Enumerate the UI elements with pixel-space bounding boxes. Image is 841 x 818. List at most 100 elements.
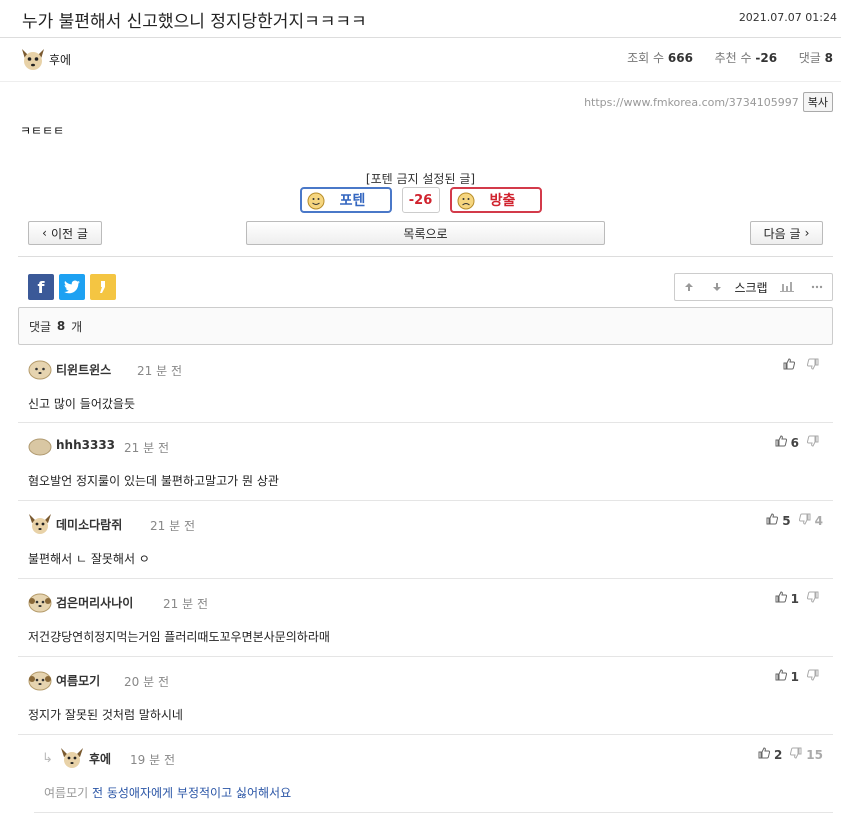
- twitter-share-icon[interactable]: [59, 274, 85, 300]
- comment-votes: 1: [775, 591, 823, 606]
- thumbs-down-icon[interactable]: [806, 435, 819, 450]
- post-stats: 조회 수 666 추천 수 -26 댓글 8: [627, 49, 833, 66]
- potent-banned-label: [포텐 금지 설정된 글]: [365, 172, 476, 186]
- comment-upvote-count: 6: [790, 435, 799, 450]
- comment-downvote-count: 15: [806, 747, 823, 762]
- vote-row: 포텐 -26 방출: [0, 187, 841, 213]
- views-label: 조회 수: [627, 51, 665, 65]
- comment-author[interactable]: 티윈트윈스: [56, 361, 111, 378]
- comment-upvote-count: 2: [773, 747, 783, 762]
- arrow-down-icon: [713, 283, 721, 291]
- reply-arrow-icon: ↳: [42, 751, 53, 766]
- comment-item: 티윈트윈스 21 분 전 신고 많이 들어갔을듯: [18, 348, 833, 423]
- thumbs-up-icon[interactable]: [766, 513, 779, 528]
- list-button[interactable]: 목록으로: [246, 221, 605, 245]
- post-navigation: ‹ 이전 글 목록으로 다음 글 ›: [0, 221, 841, 247]
- thumbs-up-icon[interactable]: [775, 669, 787, 684]
- thumbs-up-icon[interactable]: [775, 435, 787, 450]
- post-url[interactable]: https://www.fmkorea.com/3734105997: [584, 96, 799, 109]
- post-url-row: https://www.fmkorea.com/3734105997 복사: [584, 92, 833, 112]
- comment-votes: 6: [775, 435, 823, 450]
- comment-votes: 2 15: [758, 747, 823, 762]
- comment-reply-item: ↳ 후에 19 분 전 2 15 여름모기 전 동성애자에게 부정적이고 싫어해…: [34, 737, 833, 813]
- comment-votes: [783, 358, 823, 373]
- level-avatar-icon: [28, 671, 52, 691]
- comment-item: 검은머리사나이 21 분 전 1 저건걍당연히정지먹는거임 플러리때도꼬우면본사…: [18, 581, 833, 657]
- thumbs-down-icon[interactable]: [798, 513, 811, 528]
- comment-upvote-count: 1: [790, 591, 799, 606]
- thumbs-down-face-icon: [457, 192, 474, 210]
- level-avatar-icon: [61, 748, 83, 768]
- thumbs-up-icon[interactable]: [775, 591, 787, 606]
- reply-to-author[interactable]: 여름모기: [44, 786, 88, 800]
- comment-time: 21 분 전: [150, 519, 195, 533]
- next-post-label: 다음 글: [763, 226, 801, 241]
- comment-text: 여름모기 전 동성애자에게 부정적이고 싫어해서요: [44, 784, 291, 801]
- scroll-up-button[interactable]: [675, 274, 703, 300]
- comment-downvote-count: 4: [814, 513, 823, 528]
- comment-author[interactable]: 검은머리사나이: [56, 594, 133, 611]
- arrow-up-icon: [685, 283, 693, 291]
- comment-item: 데미소다람쥐 21 분 전 5 4 불편해서 ㄴ 잘못해서 ㅇ: [18, 503, 833, 579]
- comment-time: 19 분 전: [130, 753, 175, 767]
- chevron-left-icon: ‹: [42, 226, 47, 240]
- thumbs-down-icon[interactable]: [806, 669, 819, 684]
- post-title: 누가 불편해서 신고했으니 정지당한거지ㅋㅋㅋㅋ: [22, 12, 367, 32]
- kakaostory-share-icon[interactable]: [90, 274, 116, 300]
- comment-text: 신고 많이 들어갔을듯: [28, 397, 135, 411]
- comment-time: 20 분 전: [124, 675, 169, 689]
- comment-time: 21 분 전: [163, 597, 208, 611]
- level-avatar-icon: [28, 360, 52, 380]
- author-avatar-icon[interactable]: [20, 47, 46, 73]
- level-avatar-icon: [29, 514, 51, 534]
- comment-text: 저건걍당연히정지먹는거임 플러리때도꼬우면본사문의하라매: [28, 630, 330, 644]
- thumbs-down-icon[interactable]: [806, 591, 819, 606]
- bar-chart-icon: [780, 282, 794, 292]
- release-label: 방출: [489, 193, 516, 209]
- comment-votes: 1: [775, 669, 823, 684]
- comment-author[interactable]: 여름모기: [56, 672, 100, 689]
- post-tools: 스크랩: [674, 273, 833, 301]
- thumbs-up-face-icon: [307, 192, 324, 210]
- views-count: 666: [667, 51, 693, 65]
- scrap-button[interactable]: 스크랩: [731, 274, 771, 300]
- release-button[interactable]: 방출: [449, 187, 542, 213]
- copy-url-button[interactable]: 복사: [802, 92, 833, 112]
- thumbs-up-icon[interactable]: [758, 747, 770, 762]
- prev-post-button[interactable]: ‹ 이전 글: [28, 221, 102, 245]
- comments-count: 8: [824, 51, 833, 65]
- facebook-share-icon[interactable]: f: [28, 274, 54, 300]
- comment-count-header: 댓글 8 개: [18, 307, 833, 345]
- comment-item: hhh3333 21 분 전 6 혐오발언 정지룰이 있는데 불편하고말고가 뭔…: [18, 425, 833, 501]
- comment-header-prefix: 댓글: [29, 319, 52, 334]
- comment-time: 21 분 전: [124, 441, 169, 455]
- comment-upvote-count: 1: [790, 669, 799, 684]
- comment-author[interactable]: 후에: [89, 750, 111, 767]
- stats-button[interactable]: [771, 274, 803, 300]
- post-date: 2021.07.07 01:24: [738, 11, 837, 24]
- comment-time: 21 분 전: [137, 364, 182, 378]
- thumbs-down-icon[interactable]: [790, 747, 802, 762]
- next-post-button[interactable]: 다음 글 ›: [750, 221, 823, 245]
- comment-header-count: 8: [56, 319, 66, 333]
- scroll-down-button[interactable]: [703, 274, 731, 300]
- prev-post-label: 이전 글: [50, 226, 88, 241]
- comment-upvote-count: 5: [782, 513, 791, 528]
- author-name[interactable]: 후에: [49, 51, 71, 68]
- comment-author[interactable]: hhh3333: [56, 438, 115, 452]
- potent-button[interactable]: 포텐: [299, 187, 392, 213]
- more-dots-icon: [811, 285, 823, 289]
- recommend-label: 추천 수: [714, 51, 752, 65]
- post-title-bar: 누가 불편해서 신고했으니 정지당한거지ㅋㅋㅋㅋ 2021.07.07 01:2…: [0, 0, 841, 38]
- comment-text: 혐오발언 정지룰이 있는데 불편하고말고가 뭔 상관: [28, 474, 279, 488]
- more-button[interactable]: [803, 274, 831, 300]
- thumbs-up-icon[interactable]: [783, 358, 796, 373]
- list-label: 목록으로: [403, 226, 448, 241]
- comments-label: 댓글: [798, 51, 821, 65]
- comment-author[interactable]: 데미소다람쥐: [56, 516, 122, 533]
- reply-text: 전 동성애자에게 부정적이고 싫어해서요: [92, 786, 292, 800]
- post-body: ㅋㅌㅌㅌ: [20, 124, 65, 138]
- divider: [18, 256, 833, 257]
- vote-count: -26: [401, 187, 440, 213]
- thumbs-down-icon[interactable]: [806, 358, 819, 373]
